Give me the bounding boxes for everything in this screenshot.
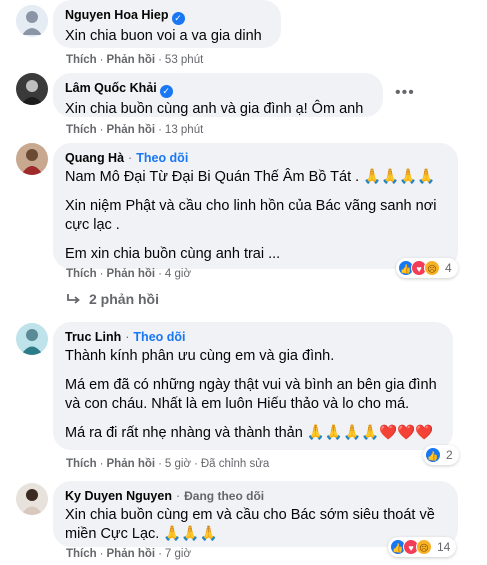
follow-button[interactable]: Theo dõi — [136, 151, 188, 165]
avatar[interactable] — [16, 5, 48, 37]
timestamp[interactable]: 5 giờ — [165, 458, 191, 470]
edited-label[interactable]: Đã chỉnh sửa — [201, 458, 269, 470]
like-reaction-icon: 👍 — [425, 447, 441, 463]
avatar[interactable] — [16, 143, 48, 175]
like-button[interactable]: Thích — [66, 548, 97, 560]
author-name[interactable]: Truc Linh — [65, 330, 121, 344]
avatar[interactable] — [16, 323, 48, 355]
reply-button[interactable]: Phản hồi — [107, 268, 156, 280]
more-options-icon[interactable]: ••• — [395, 84, 415, 102]
comment-actions: Thích · Phản hồi · 5 giờ · Đã chỉnh sửa — [66, 458, 270, 470]
author-name[interactable]: Nguyen Hoa Hiep — [65, 8, 169, 22]
comment-actions: Thích · Phản hồi · 4 giờ — [66, 268, 192, 280]
like-button[interactable]: Thích — [66, 54, 97, 66]
like-button[interactable]: Thích — [66, 124, 97, 136]
comment-text: Thành kính phân ưu cùng em và gia đình. … — [65, 348, 437, 441]
reaction-summary[interactable]: 👍 ♥ ☹ 14 — [388, 537, 457, 557]
comment-actions: Thích · Phản hồi · 13 phút — [66, 124, 204, 136]
comment-text: Nam Mô Đại Từ Đại Bi Quán Thế Âm Bồ Tát … — [65, 169, 437, 262]
reaction-count: 4 — [445, 261, 452, 275]
verified-badge-icon: ✓ — [159, 85, 173, 98]
reply-button[interactable]: Phản hồi — [107, 124, 156, 136]
author-name[interactable]: Ky Duyen Nguyen — [65, 489, 172, 503]
like-button[interactable]: Thích — [66, 458, 97, 470]
reaction-summary[interactable]: 👍 2 — [423, 445, 459, 465]
comment-text: Xin chia buồn cùng anh và gia đình ạ! Ôm… — [65, 101, 364, 117]
timestamp[interactable]: 4 giờ — [165, 268, 191, 280]
reply-button[interactable]: Phản hồi — [107, 548, 156, 560]
comment-bubble: Nguyen Hoa Hiep ✓ Xin chia buon voi a va … — [53, 0, 281, 48]
follow-button[interactable]: Theo dõi — [133, 330, 185, 344]
reaction-count: 14 — [437, 540, 451, 554]
comment-text: Xin chia buon voi a va gia dinh — [65, 28, 262, 44]
comment-bubble: Quang Hà · Theo dõi Nam Mô Đại Từ Đại Bi Q… — [53, 143, 458, 269]
sad-reaction-icon: ☹ — [416, 539, 432, 555]
like-button[interactable]: Thích — [66, 268, 97, 280]
timestamp[interactable]: 13 phút — [165, 124, 203, 136]
comment-actions: Thích · Phản hồi · 53 phút — [66, 54, 204, 66]
timestamp[interactable]: 7 giờ — [165, 548, 191, 560]
view-replies-link[interactable]: 2 phản hồi — [89, 291, 159, 307]
reply-button[interactable]: Phản hồi — [107, 54, 156, 66]
reply-button[interactable]: Phản hồi — [107, 458, 156, 470]
sad-reaction-icon: ☹ — [424, 260, 440, 276]
comment-bubble: Lâm Quốc Khải ✓ Xin chia buồn cùng anh và… — [53, 73, 383, 117]
comment-bubble: Truc Linh · Theo dõi Thành kính phân ưu cù… — [53, 322, 453, 450]
comment-text: Xin chia buồn cùng em và cầu cho Bác sớm… — [65, 507, 435, 542]
comment-actions: Thích · Phản hồi · 7 giờ — [66, 548, 192, 560]
author-name[interactable]: Lâm Quốc Khải — [65, 81, 157, 95]
reply-arrow-icon[interactable] — [66, 292, 82, 311]
timestamp[interactable]: 53 phút — [165, 54, 203, 66]
reaction-count: 2 — [446, 448, 453, 462]
author-name[interactable]: Quang Hà — [65, 151, 124, 165]
verified-badge-icon: ✓ — [171, 12, 185, 25]
avatar[interactable] — [16, 483, 48, 515]
following-status[interactable]: Đang theo dõi — [184, 489, 264, 503]
avatar[interactable] — [16, 73, 48, 105]
reaction-summary[interactable]: 👍 ♥ ☹ 4 — [396, 258, 458, 278]
